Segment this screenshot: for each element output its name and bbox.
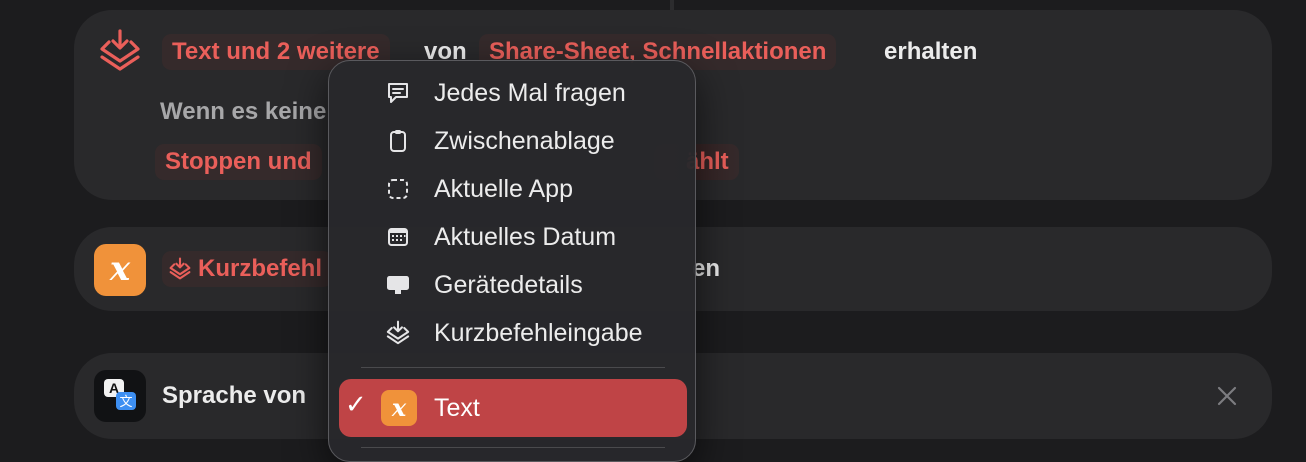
- menu-item-device-details[interactable]: Gerätedetails: [329, 261, 695, 309]
- menu-item-label: Jedes Mal fragen: [434, 79, 626, 107]
- menu-item-clipboard[interactable]: Zwischenablage: [329, 117, 695, 165]
- shortcut-input-icon: [100, 29, 140, 71]
- receive-label: erhalten: [884, 38, 978, 65]
- menu-item-label: Aktuelles Datum: [434, 223, 617, 251]
- menu-item-label: Gerätedetails: [434, 271, 583, 299]
- calendar-icon: [388, 228, 408, 246]
- translate-label: Sprache von: [162, 382, 307, 409]
- dashed-square-icon: [388, 179, 408, 199]
- text-variable-icon: x: [381, 390, 417, 426]
- close-icon[interactable]: [1214, 383, 1240, 409]
- menu-item-current-app[interactable]: Aktuelle App: [329, 165, 695, 213]
- stop-and-respond-chip[interactable]: Stoppen und: [155, 144, 322, 180]
- menu-item-shortcut-input[interactable]: Kurzbefehleingabe: [329, 309, 695, 357]
- checkmark-icon: ✓: [345, 389, 367, 419]
- desktop-icon: [387, 276, 409, 294]
- menu-item-label: Kurzbefehleingabe: [434, 319, 643, 347]
- menu-separator: [361, 367, 665, 368]
- svg-text:文: 文: [119, 395, 132, 410]
- menu-item-label: Text: [434, 394, 480, 422]
- input-source-menu: Jedes Mal fragen Zwischenablage Aktuelle…: [328, 60, 696, 462]
- menu-item-text-selected[interactable]: ✓ x Text: [339, 379, 687, 437]
- variable-label: Kurzbefehl: [198, 255, 323, 282]
- menu-item-ask-each-time[interactable]: Jedes Mal fragen: [329, 69, 695, 117]
- clipboard-icon: [390, 130, 406, 152]
- shortcut-input-icon: [386, 320, 410, 345]
- menu-item-current-date[interactable]: Aktuelles Datum: [329, 213, 695, 261]
- fallback-text: Wenn es keine: [160, 98, 327, 125]
- text-variable-icon: x: [94, 244, 146, 296]
- menu-item-label: Aktuelle App: [434, 175, 573, 203]
- translate-icon: A 文: [94, 370, 146, 422]
- trailing-text: en: [692, 255, 721, 282]
- menu-item-label: Zwischenablage: [434, 127, 615, 155]
- shortcut-input-variable-chip[interactable]: Kurzbefehl: [162, 251, 333, 287]
- shortcut-input-icon: [169, 257, 191, 280]
- speech-bubble-icon: [388, 83, 408, 103]
